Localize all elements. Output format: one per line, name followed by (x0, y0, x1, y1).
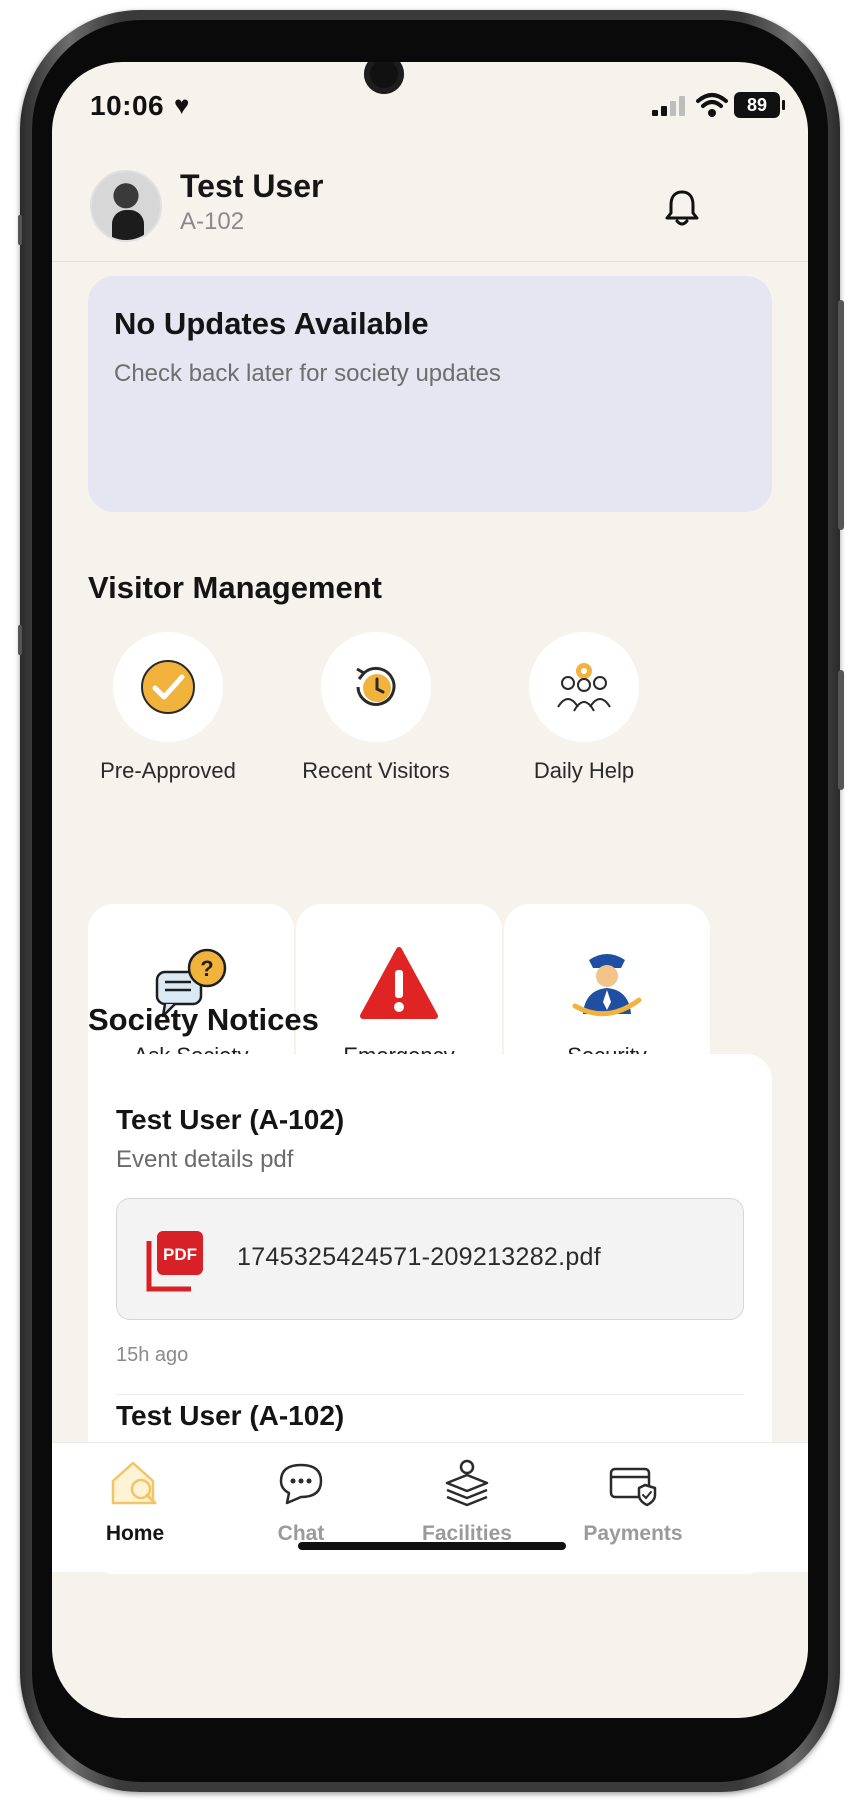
cellular-signal-icon (652, 96, 688, 116)
app-screen: 10:06 ♥ 89 Test User A-102 No Updates Av… (52, 62, 808, 1718)
notice-timestamp: 15h ago (116, 1344, 189, 1366)
notice-description: Event details pdf (116, 1146, 294, 1173)
pre-approved-label: Pre-Approved (100, 758, 236, 783)
daily-help-label: Daily Help (533, 758, 635, 783)
updates-subtitle: Check back later for society updates (114, 360, 501, 387)
nav-chat[interactable]: Chat (226, 1457, 376, 1546)
pre-approved-button[interactable]: Pre-Approved (58, 632, 278, 784)
updates-title: No Updates Available (114, 306, 429, 341)
side-button-left-top (18, 215, 22, 245)
notice-divider (116, 1394, 744, 1395)
nav-home-label: Home (105, 1522, 165, 1545)
power-button (838, 670, 844, 790)
daily-help-button[interactable]: Daily Help (474, 632, 694, 784)
payment-card-icon (609, 1467, 657, 1507)
chat-icon (279, 1463, 323, 1505)
facilities-icon (445, 1459, 489, 1507)
battery-indicator: 89 (734, 92, 785, 118)
svg-text:?: ? (200, 956, 213, 981)
staff-group-icon (557, 663, 611, 712)
recent-visitors-button[interactable]: Recent Visitors (266, 632, 486, 784)
status-time: 10:06 (90, 90, 165, 121)
security-guard-icon (572, 954, 642, 1017)
visitor-management-title: Visitor Management (88, 570, 383, 605)
notice-author: Test User (A-102) (116, 1104, 345, 1135)
society-notices-title: Society Notices (88, 1002, 319, 1037)
home-icon (111, 1461, 157, 1505)
pdf-icon-label: PDF (163, 1245, 197, 1264)
nav-facilities[interactable]: Facilities (392, 1457, 542, 1546)
warning-triangle-icon (360, 947, 438, 1019)
pdf-file-icon: PDF (146, 1231, 203, 1292)
heart-icon: ♥ (174, 90, 190, 120)
status-bar: 10:06 ♥ 89 (52, 62, 808, 152)
notification-bell-icon[interactable] (660, 186, 704, 230)
attachment-file-name: 1745325424571-209213282.pdf (237, 1243, 602, 1271)
home-indicator[interactable] (298, 1542, 566, 1550)
recent-visitors-label: Recent Visitors (302, 758, 450, 783)
history-clock-icon (356, 666, 396, 706)
pdf-attachment[interactable]: PDF 1745325424571-209213282.pdf (116, 1198, 744, 1320)
profile-header: Test User A-102 (52, 162, 808, 262)
check-circle-icon (141, 660, 195, 714)
updates-card[interactable]: No Updates Available Check back later fo… (88, 276, 772, 512)
side-button-left-bottom (18, 625, 22, 655)
bottom-navigation: Home Chat Facilities Payments (52, 1442, 808, 1572)
nav-payments-label: Payments (583, 1522, 683, 1545)
avatar[interactable] (90, 170, 162, 242)
volume-button (838, 300, 844, 530)
nav-payments[interactable]: Payments (558, 1457, 708, 1546)
wifi-icon (696, 93, 728, 117)
nav-home[interactable]: Home (60, 1457, 210, 1546)
user-unit: A-102 (180, 208, 245, 235)
user-name: Test User (180, 168, 324, 204)
notice-author-second: Test User (A-102) (116, 1400, 345, 1431)
